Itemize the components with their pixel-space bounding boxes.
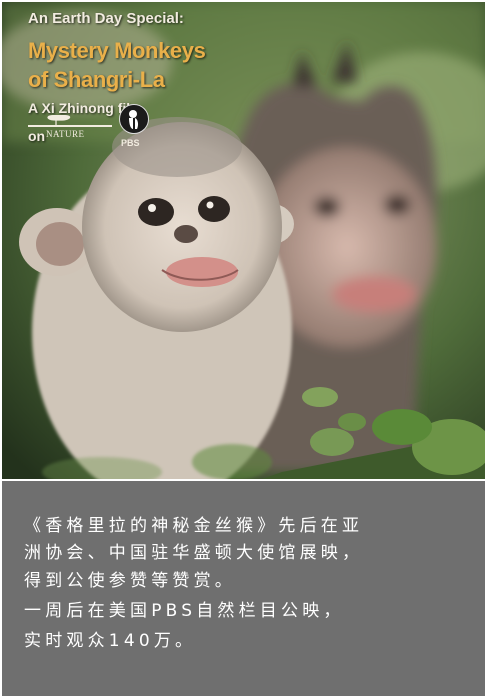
nature-label: NATURE — [46, 129, 85, 139]
caption-line-3: 得到公使参赞等赞赏。 — [24, 571, 236, 591]
caption-panel: 《香格里拉的神秘金丝猴》先后在亚 洲协会、中国驻华盛顿大使馆展映， 得到公使参赞… — [2, 481, 485, 696]
caption-line-2: 洲协会、中国驻华盛顿大使馆展映， — [24, 543, 364, 563]
snub-nosed-monkey-photo: An Earth Day Special: Mystery Monkeys of… — [2, 2, 485, 479]
caption-line-5: 实时观众140万。 — [24, 631, 197, 651]
pbs-label: PBS — [121, 138, 140, 148]
article-card: An Earth Day Special: Mystery Monkeys of… — [0, 0, 487, 698]
caption-line-1: 《香格里拉的神秘金丝猴》先后在亚 — [24, 516, 364, 536]
pbs-icon — [119, 104, 149, 134]
poster-title-line2: of Shangri-La — [28, 67, 165, 92]
poster-subtitle: An Earth Day Special: — [28, 10, 184, 27]
caption-line-4: 一周后在美国PBS自然栏目公映， — [24, 601, 345, 621]
poster-title-line1: Mystery Monkeys — [28, 38, 206, 63]
nature-logo: NATURE — [28, 115, 112, 141]
